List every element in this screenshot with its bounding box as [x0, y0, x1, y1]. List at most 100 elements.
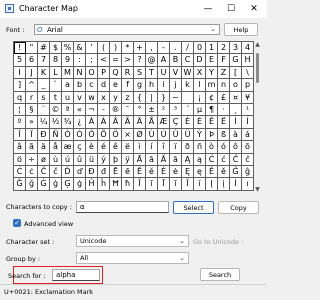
character-cell[interactable]: ñ	[194, 141, 206, 154]
character-cell[interactable]: Ď	[62, 165, 74, 179]
character-grid[interactable]: ! " # $% & '() * +, -./0 1 2 3 4 5 6 7 8 9:; < = >? @ A B C D E F G H…	[13, 41, 254, 191]
character-cell[interactable]: q	[14, 91, 26, 104]
character-cell[interactable]: Ħ	[110, 178, 122, 191]
character-cell[interactable]: C	[182, 54, 194, 67]
character-cell[interactable]: ;	[86, 54, 98, 67]
character-cell[interactable]: '	[86, 42, 98, 55]
character-cell[interactable]: đ	[98, 165, 110, 179]
character-cell[interactable]: a	[62, 79, 74, 92]
character-cell[interactable]: ġ	[50, 178, 62, 191]
character-cell[interactable]: ×	[122, 128, 134, 142]
character-cell[interactable]: Î	[14, 128, 26, 142]
character-cell[interactable]: ¸	[230, 103, 242, 117]
character-cell[interactable]: ^	[26, 79, 38, 92]
character-cell[interactable]: R	[122, 66, 134, 80]
character-cell[interactable]: 1	[206, 42, 218, 55]
character-cell[interactable]: ö	[14, 153, 26, 166]
character-cell[interactable]: Ă	[158, 153, 170, 166]
character-cell[interactable]: É	[194, 116, 206, 129]
character-cell[interactable]: K	[38, 66, 50, 80]
character-cell[interactable]: Ø	[134, 128, 146, 142]
character-cell[interactable]: į	[218, 178, 230, 191]
character-cell[interactable]: Á	[98, 116, 110, 129]
character-cell[interactable]: º	[14, 116, 26, 129]
character-cell[interactable]: Ú	[158, 128, 170, 142]
search-button[interactable]: Search	[200, 268, 240, 281]
character-cell[interactable]: Ĭ	[182, 178, 194, 191]
character-cell[interactable]: Z	[218, 66, 230, 80]
character-cell[interactable]: ĩ	[146, 178, 158, 191]
advanced-view-checkbox[interactable]: ✓	[13, 219, 21, 227]
character-cell[interactable]: ù	[50, 153, 62, 166]
character-cell[interactable]: v	[74, 91, 86, 104]
character-cell[interactable]: þ	[110, 153, 122, 166]
character-cell[interactable]: ¿	[74, 116, 86, 129]
character-cell[interactable]: £	[218, 91, 230, 104]
character-cell[interactable]: 2	[218, 42, 230, 55]
character-cell[interactable]: $	[50, 42, 62, 55]
character-cell[interactable]: (	[98, 42, 110, 55]
character-cell[interactable]: ¶	[206, 103, 218, 117]
character-cell[interactable]: ï	[170, 141, 182, 154]
character-cell[interactable]: Y	[206, 66, 218, 80]
character-cell[interactable]: ø	[38, 153, 50, 166]
character-cell[interactable]: Q	[110, 66, 122, 80]
character-cell[interactable]: č	[50, 165, 62, 179]
character-cell[interactable]: &	[74, 42, 86, 55]
character-cell[interactable]: ą	[194, 153, 206, 166]
character-cell[interactable]: ã	[26, 141, 38, 154]
character-cell[interactable]: »	[26, 116, 38, 129]
character-cell[interactable]: "	[26, 42, 38, 55]
character-cell[interactable]: y	[110, 91, 122, 104]
grid-scrollbar[interactable]: ▲ ▼	[253, 41, 262, 193]
character-cell[interactable]: Ó	[74, 128, 86, 142]
character-cell[interactable]: o	[230, 79, 242, 92]
character-cell[interactable]: f	[122, 79, 134, 92]
character-cell[interactable]: {	[134, 91, 146, 104]
character-cell[interactable]: Ċ	[14, 165, 26, 179]
character-cell[interactable]: g	[134, 79, 146, 92]
character-cell[interactable]: â	[14, 141, 26, 154]
character-cell[interactable]: X	[194, 66, 206, 80]
character-cell[interactable]: Û	[170, 128, 182, 142]
character-cell[interactable]: Đ	[86, 165, 98, 179]
character-cell[interactable]: È	[182, 116, 194, 129]
character-cell[interactable]: ç	[74, 141, 86, 154]
character-cell[interactable]: ,	[146, 42, 158, 55]
character-cell[interactable]: ª	[62, 103, 74, 117]
character-cell[interactable]: r	[26, 91, 38, 104]
character-cell[interactable]: ę	[194, 165, 206, 179]
character-cell[interactable]: A	[158, 54, 170, 67]
character-cell[interactable]: x	[98, 91, 110, 104]
character-cell[interactable]: ~	[170, 91, 182, 104]
character-cell[interactable]: ß	[218, 128, 230, 142]
character-cell[interactable]: b	[74, 79, 86, 92]
character-cell[interactable]: D	[194, 54, 206, 67]
character-cell[interactable]: Č	[38, 165, 50, 179]
character-cell[interactable]: )	[110, 42, 122, 55]
character-cell[interactable]: §	[26, 103, 38, 117]
character-cell[interactable]: ¼	[38, 116, 50, 129]
character-cell[interactable]: 7	[38, 54, 50, 67]
character-cell[interactable]: ¤	[230, 91, 242, 104]
character-cell[interactable]: Ë	[218, 116, 230, 129]
characters-to-copy-input[interactable]: α	[76, 201, 169, 213]
character-cell[interactable]: V	[170, 66, 182, 80]
character-cell[interactable]: ä	[38, 141, 50, 154]
character-cell[interactable]: î	[158, 141, 170, 154]
character-cell[interactable]: G	[230, 54, 242, 67]
character-cell[interactable]: E	[206, 54, 218, 67]
character-cell[interactable]: ¡	[194, 91, 206, 104]
character-cell[interactable]: L	[50, 66, 62, 80]
character-cell[interactable]: e	[110, 79, 122, 92]
character-cell[interactable]: Ī	[158, 178, 170, 191]
character-cell[interactable]: ĭ	[194, 178, 206, 191]
select-button[interactable]: Select	[173, 201, 214, 214]
character-cell[interactable]: ă	[170, 153, 182, 166]
character-cell[interactable]: 9	[62, 54, 74, 67]
character-cell[interactable]: Â	[110, 116, 122, 129]
character-cell[interactable]: ď	[74, 165, 86, 179]
character-cell[interactable]: Ġ	[38, 178, 50, 191]
character-cell[interactable]: Ģ	[62, 178, 74, 191]
character-cell[interactable]: Ā	[134, 153, 146, 166]
